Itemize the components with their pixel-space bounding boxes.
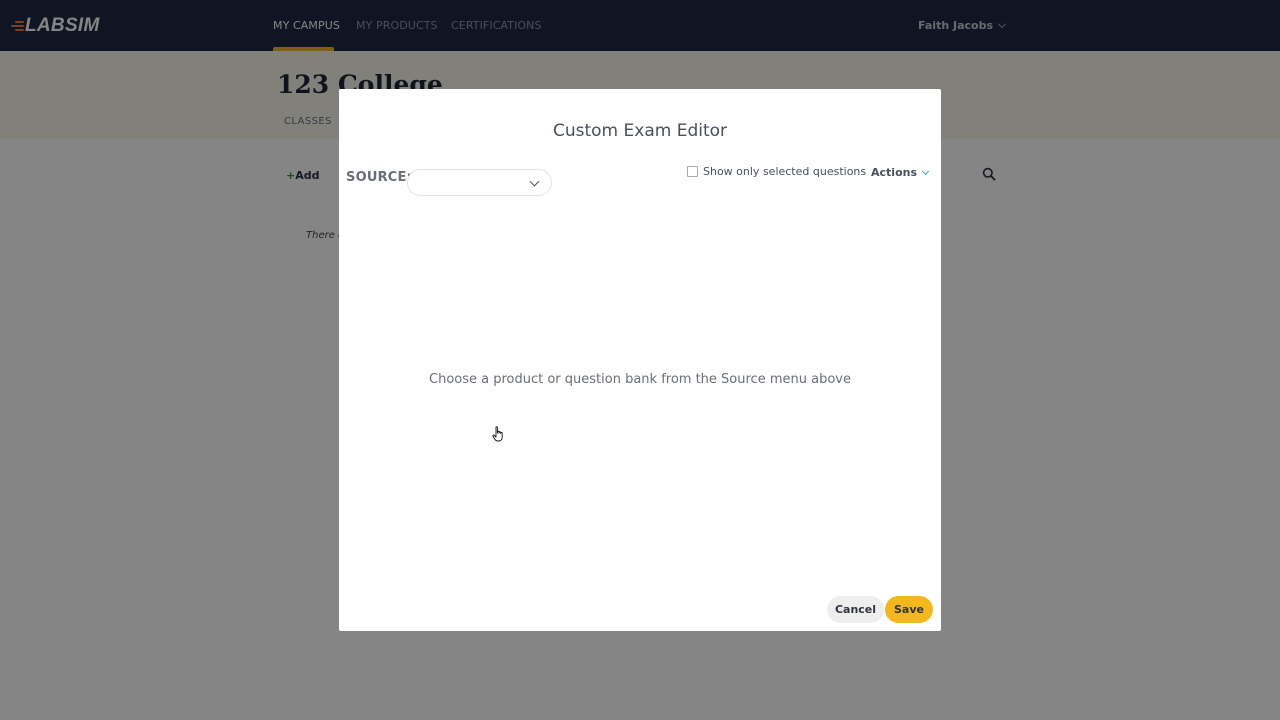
source-label: SOURCE: xyxy=(346,170,413,185)
save-button[interactable]: Save xyxy=(885,596,933,623)
chevron-down-icon xyxy=(921,167,930,175)
show-only-selected-label: Show only selected questions xyxy=(703,165,867,178)
cancel-button[interactable]: Cancel xyxy=(827,596,884,623)
actions-label: Actions xyxy=(871,166,917,179)
empty-state-message: Choose a product or question bank from t… xyxy=(429,372,851,387)
show-only-selected-checkbox[interactable] xyxy=(687,166,698,177)
custom-exam-editor-modal: Custom Exam Editor SOURCE: Show only sel… xyxy=(339,89,941,631)
actions-menu[interactable]: Actions xyxy=(871,166,930,179)
hand-cursor-icon xyxy=(492,426,503,442)
chevron-down-icon xyxy=(529,176,540,187)
show-only-selected-toggle[interactable]: Show only selected questions xyxy=(687,165,866,178)
modal-title: Custom Exam Editor xyxy=(552,121,728,141)
source-dropdown[interactable] xyxy=(407,169,552,196)
